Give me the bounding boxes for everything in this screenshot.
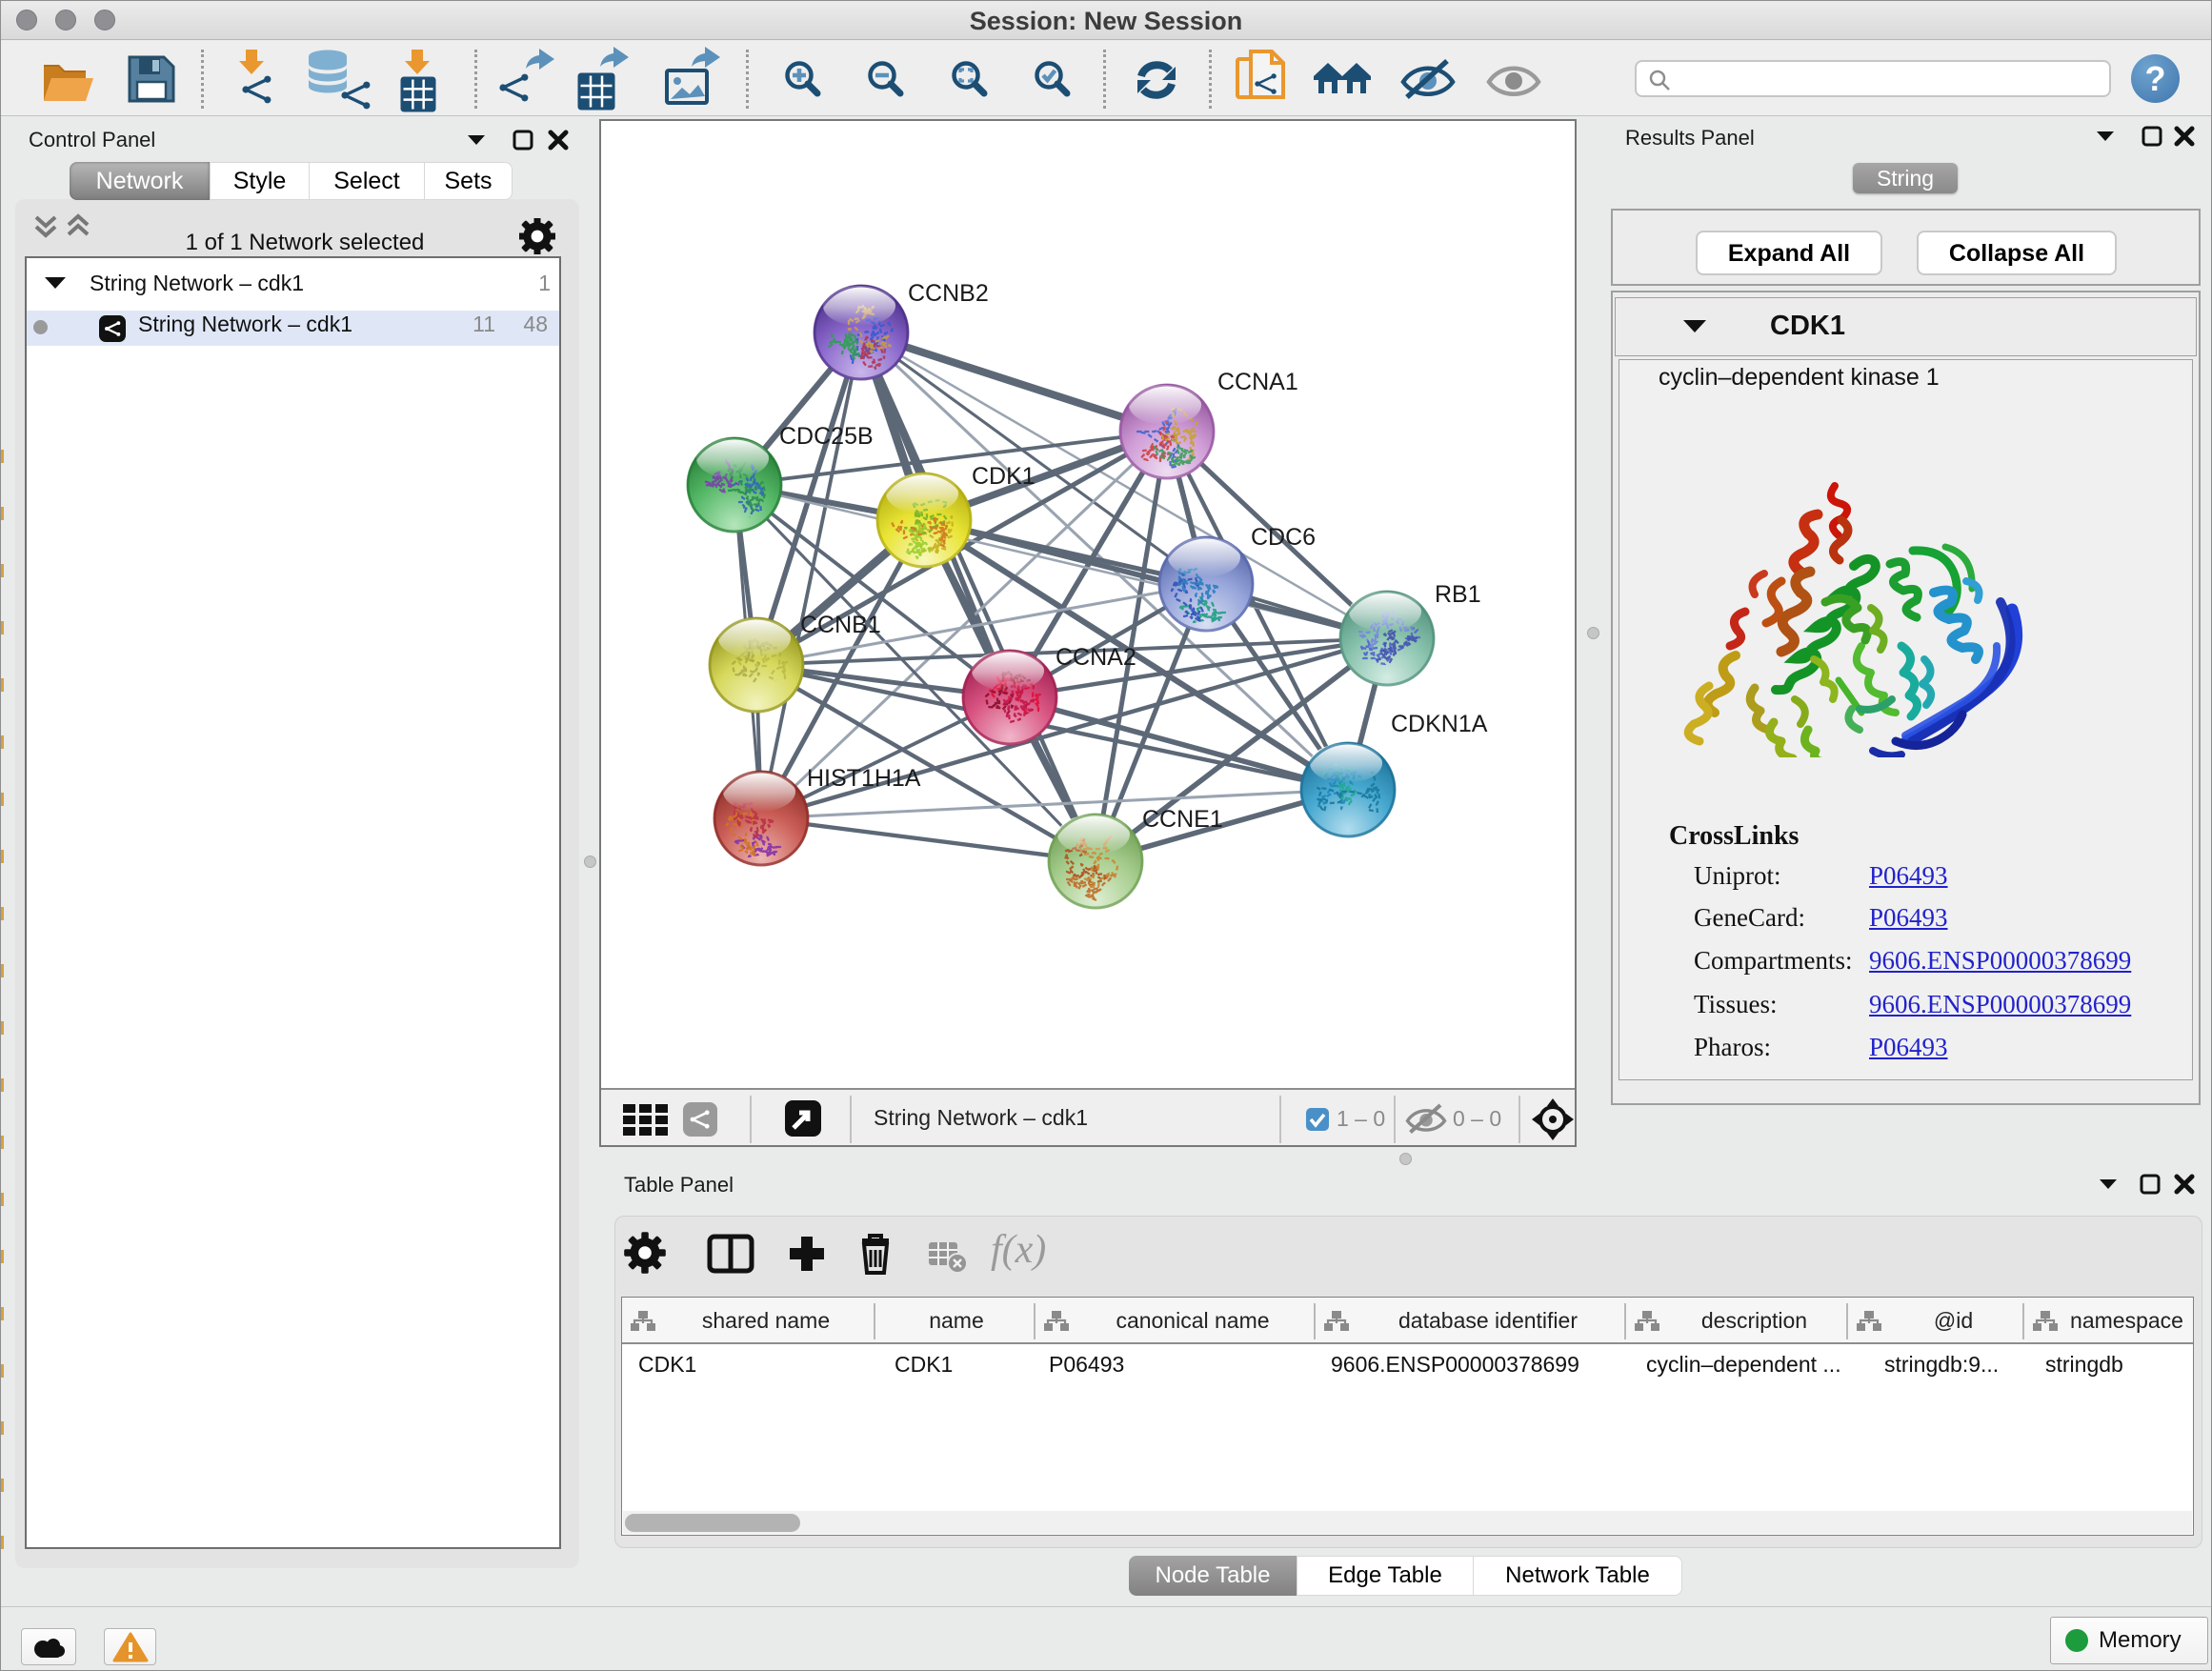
- svg-text:HIST1H1A: HIST1H1A: [807, 765, 921, 792]
- svg-text:CCNA1: CCNA1: [1217, 369, 1298, 395]
- svg-text:CCNB2: CCNB2: [908, 280, 989, 307]
- svg-text:CDK1: CDK1: [972, 463, 1036, 490]
- svg-text:CCNA2: CCNA2: [1056, 644, 1136, 671]
- svg-text:RB1: RB1: [1435, 581, 1481, 608]
- svg-text:CCNB1: CCNB1: [800, 612, 881, 638]
- svg-text:CDC25B: CDC25B: [779, 423, 874, 450]
- svg-text:CDC6: CDC6: [1251, 524, 1316, 551]
- svg-text:CDKN1A: CDKN1A: [1391, 711, 1488, 737]
- svg-text:CCNE1: CCNE1: [1142, 806, 1223, 833]
